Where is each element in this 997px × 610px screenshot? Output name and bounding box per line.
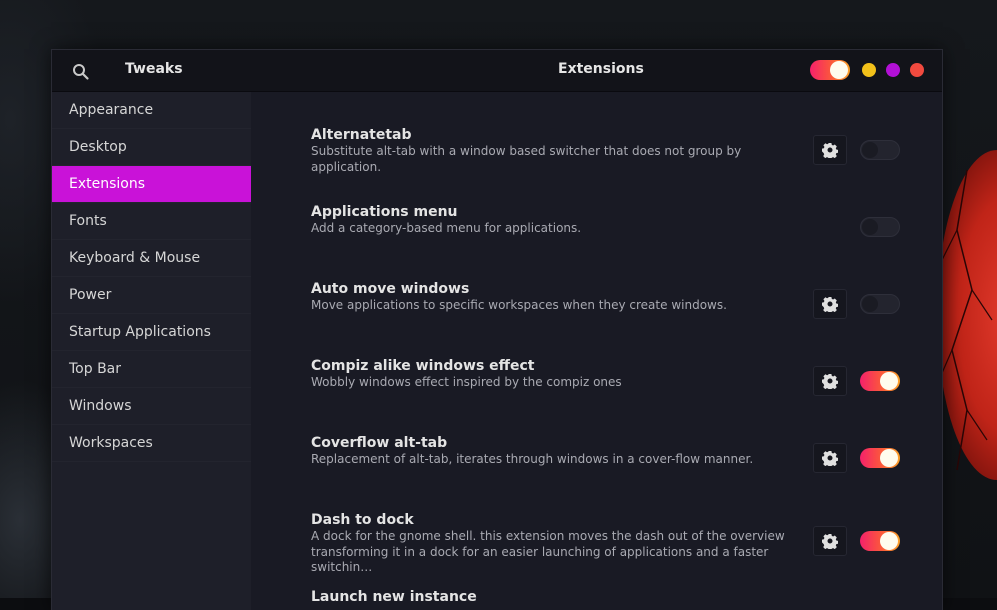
- sidebar-item-extensions[interactable]: Extensions: [52, 166, 251, 203]
- sidebar-item-workspaces[interactable]: Workspaces: [52, 425, 251, 462]
- headerbar: Tweaks Extensions: [52, 50, 942, 92]
- extension-description: Add a category-based menu for applicatio…: [311, 221, 582, 235]
- extension-row-coverflow-alt-tab: Coverflow alt-tab Replacement of alt-tab…: [252, 400, 942, 477]
- app-title: Tweaks: [125, 61, 183, 77]
- extension-settings-button[interactable]: [813, 135, 847, 165]
- extension-row-compiz-alike-windows-effect: Compiz alike windows effect Wobbly windo…: [252, 323, 942, 400]
- sidebar-item-label: Appearance: [69, 102, 154, 118]
- extension-toggle[interactable]: [860, 140, 900, 160]
- extension-name: Auto move windows: [311, 281, 470, 297]
- extension-toggle[interactable]: [860, 531, 900, 551]
- wallpaper-vein-lines: [938, 169, 993, 471]
- extension-toggle[interactable]: [860, 294, 900, 314]
- extension-settings-button[interactable]: [813, 366, 847, 396]
- minimize-button[interactable]: [862, 63, 876, 77]
- extension-row-dash-to-dock: Dash to dock A dock for the gnome shell.…: [252, 477, 942, 574]
- sidebar: Appearance Desktop Extensions Fonts Keyb…: [52, 92, 251, 610]
- extension-row-launch-new-instance: Launch new instance: [252, 554, 942, 610]
- extension-toggle[interactable]: [860, 371, 900, 391]
- maximize-button[interactable]: [886, 63, 900, 77]
- page-title: Extensions: [558, 61, 644, 77]
- toggle-knob: [880, 532, 898, 550]
- search-icon: [73, 64, 89, 80]
- sidebar-item-appearance[interactable]: Appearance: [52, 92, 251, 129]
- sidebar-item-fonts[interactable]: Fonts: [52, 203, 251, 240]
- extension-settings-button[interactable]: [813, 289, 847, 319]
- extensions-list: Alternatetab Substitute alt-tab with a w…: [252, 92, 942, 610]
- extensions-global-toggle[interactable]: [810, 60, 850, 80]
- sidebar-item-startup-applications[interactable]: Startup Applications: [52, 314, 251, 351]
- extension-name: Alternatetab: [311, 127, 412, 143]
- toggle-knob: [862, 296, 878, 312]
- gear-icon: [822, 534, 838, 549]
- extension-settings-button[interactable]: [813, 526, 847, 556]
- sidebar-item-label: Desktop: [69, 139, 127, 155]
- extension-toggle[interactable]: [860, 448, 900, 468]
- sidebar-item-label: Workspaces: [69, 435, 153, 451]
- close-button[interactable]: [910, 63, 924, 77]
- extension-name: Launch new instance: [311, 589, 477, 605]
- extension-toggle[interactable]: [860, 217, 900, 237]
- extension-row-applications-menu: Applications menu Add a category-based m…: [252, 169, 942, 246]
- tweaks-window: Tweaks Extensions Appearance Desktop Ext…: [51, 49, 943, 610]
- toggle-knob: [880, 449, 898, 467]
- extension-name: Compiz alike windows effect: [311, 358, 535, 374]
- extension-row-alternatetab: Alternatetab Substitute alt-tab with a w…: [252, 92, 942, 174]
- extension-name: Dash to dock: [311, 512, 414, 528]
- sidebar-item-label: Keyboard & Mouse: [69, 250, 201, 266]
- sidebar-item-windows[interactable]: Windows: [52, 388, 251, 425]
- gear-icon: [822, 451, 838, 466]
- extension-description: A dock for the gnome shell. this extensi…: [311, 529, 785, 543]
- sidebar-item-desktop[interactable]: Desktop: [52, 129, 251, 166]
- extension-row-auto-move-windows: Auto move windows Move applications to s…: [252, 246, 942, 323]
- sidebar-item-label: Windows: [69, 398, 132, 414]
- extension-name: Applications menu: [311, 204, 458, 220]
- sidebar-item-power[interactable]: Power: [52, 277, 251, 314]
- toggle-knob: [880, 372, 898, 390]
- gear-icon: [822, 143, 838, 158]
- extension-name: Coverflow alt-tab: [311, 435, 448, 451]
- toggle-knob: [862, 219, 878, 235]
- sidebar-item-label: Top Bar: [69, 361, 122, 377]
- sidebar-item-top-bar[interactable]: Top Bar: [52, 351, 251, 388]
- gear-icon: [822, 374, 838, 389]
- extension-description: Move applications to specific workspaces…: [311, 298, 727, 312]
- toggle-knob: [830, 61, 848, 79]
- sidebar-item-label: Fonts: [69, 213, 107, 229]
- sidebar-item-label: Startup Applications: [69, 324, 211, 340]
- search-button[interactable]: [71, 62, 91, 82]
- toggle-knob: [862, 142, 878, 158]
- sidebar-item-label: Power: [69, 287, 112, 303]
- sidebar-item-label: Extensions: [69, 176, 146, 192]
- extension-description: Wobbly windows effect inspired by the co…: [311, 375, 622, 389]
- extension-settings-button[interactable]: [813, 443, 847, 473]
- sidebar-item-keyboard-mouse[interactable]: Keyboard & Mouse: [52, 240, 251, 277]
- extension-description: Replacement of alt-tab, iterates through…: [311, 452, 754, 466]
- gear-icon: [822, 297, 838, 312]
